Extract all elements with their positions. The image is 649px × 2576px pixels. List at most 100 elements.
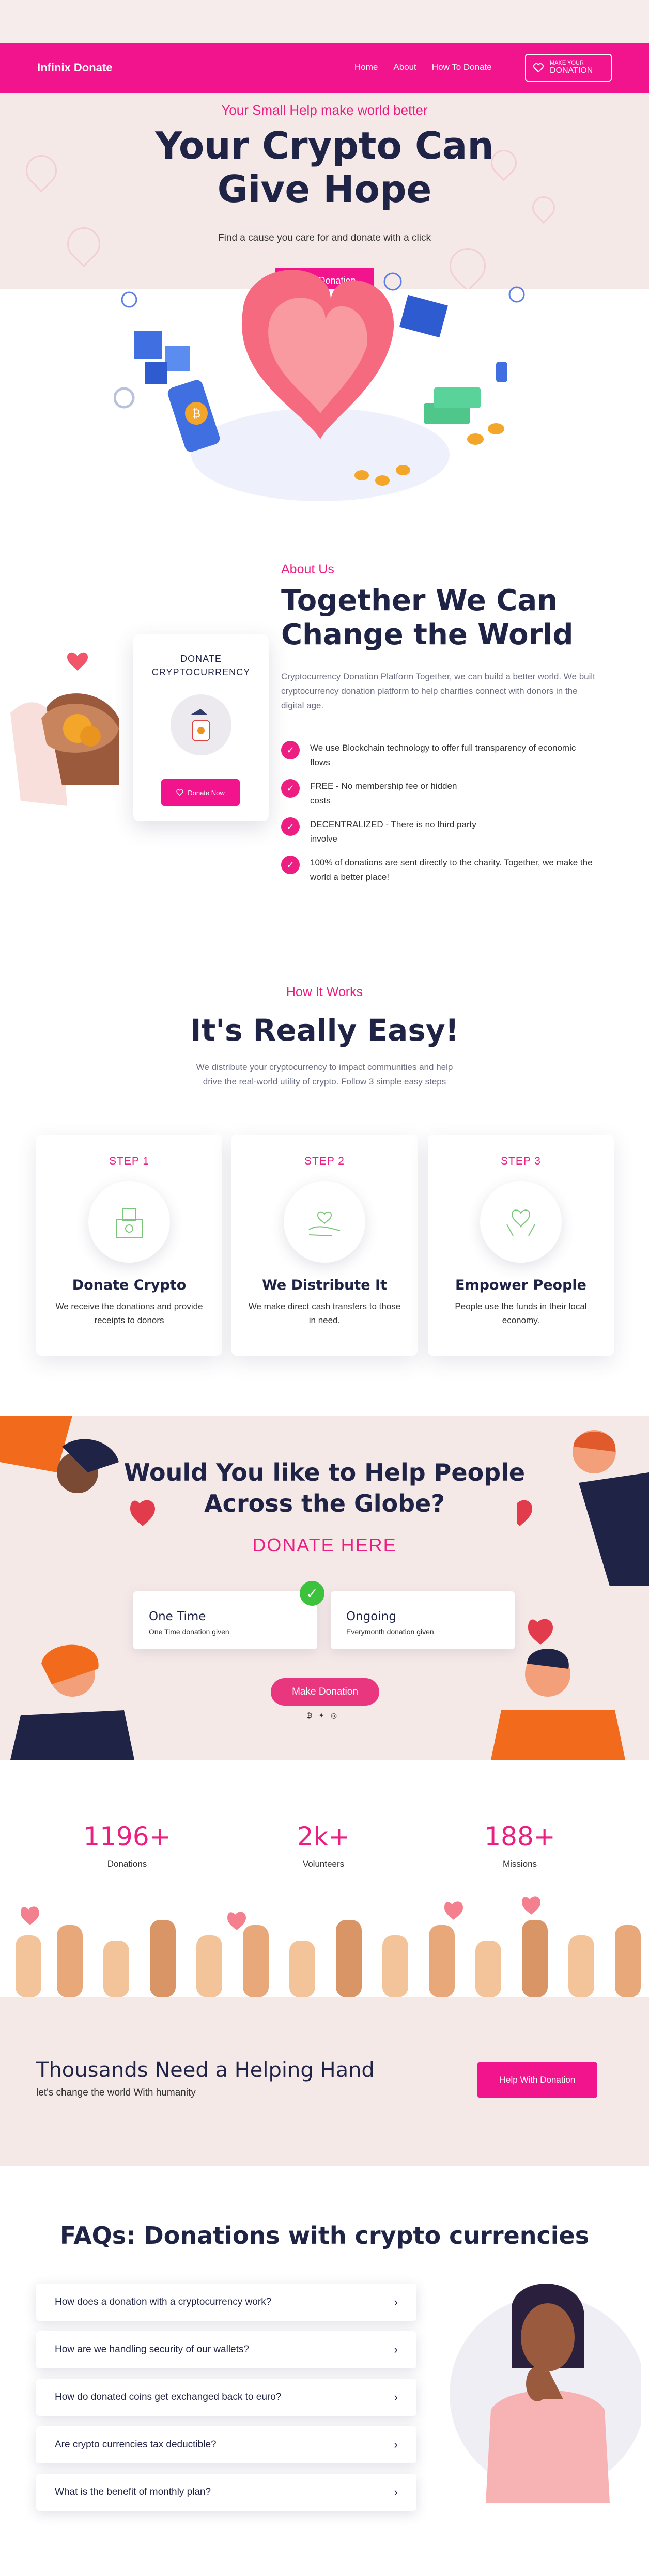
step-card-2: STEP 2 We Distribute It We make direct c… [231,1135,418,1356]
nav-link-how-to-donate[interactable]: How To Donate [432,62,492,72]
help-with-donation-button[interactable]: Help With Donation [477,2062,597,2098]
make-donation-nav-button[interactable]: MAKE YOUR DONATION [525,54,612,82]
option-title: Ongoing [346,1610,396,1623]
faq-question: How are we handling security of our wall… [55,2344,249,2355]
how-paragraph: We distribute your cryptocurrency to imp… [196,1062,453,1087]
chevron-right-icon: › [394,2295,398,2308]
about-paragraph: Cryptocurrency Donation Platform Togethe… [281,672,595,710]
thinking-woman-illustration [450,2284,641,2503]
stats-section: 1196+ Donations 2k+ Volunteers 188+ Mission… [0,1760,649,1997]
hero-tagline: Your Small Help make world better [221,102,428,118]
donate-crypto-card: DONATE CRYPTOCURRENCY Donate Now [133,634,269,821]
card-title-line1: DONATE [180,654,222,664]
nav-button-small-label: MAKE YOUR [550,60,584,66]
help-people-section: Would You like to Help People Across the … [0,1416,649,1760]
donate-here-heading: DONATE HERE [252,1534,397,1556]
heart-icon [176,789,183,796]
feature-text: 100% of donations are sent directly to t… [310,858,593,882]
step-label: STEP 2 [304,1155,345,1167]
giving-hands-illustration [10,652,119,806]
donation-box-icon [88,1181,170,1263]
chevron-right-icon: › [394,2438,398,2451]
step-title: Empower People [455,1277,586,1293]
step-desc: We receive the donations and provide rec… [55,1301,203,1325]
banner-title: Thousands Need a Helping Hand [36,2058,375,2082]
step-title: We Distribute It [262,1277,387,1293]
brand-logo[interactable]: Infinix Donate [37,61,112,74]
svg-text:₿: ₿ [192,408,200,421]
banner-subtitle: let's change the world With humanity [36,2087,196,2098]
hand-heart-icon [284,1181,365,1263]
step-card-1: STEP 1 Donate Crypto We receive the dona… [36,1135,222,1356]
check-icon: ✓ [281,779,300,798]
one-time-option[interactable]: One Time One Time donation given [133,1591,317,1649]
check-icon: ✓ [281,817,300,836]
faq-title: FAQs: Donations with crypto currencies [59,2222,590,2249]
stat-volunteers: 2k+ Volunteers [272,1822,375,1869]
crypto-donation-illustration: ₿ [114,270,525,501]
hero-title: Your Crypto Can Give Hope [0,124,649,211]
feature-item: ✓ DECENTRALIZED - There is no third party… [281,817,612,846]
feature-text: FREE - No membership fee or hidden costs [310,781,457,805]
about-title-line2: Change the World [281,618,574,651]
payment-icons: ₿ ✦ ◎ [307,1711,339,1719]
decor-heart [60,220,107,268]
about-title: Together We Can Change the World [281,584,612,652]
make-donation-button[interactable]: Make Donation [271,1678,379,1706]
check-icon: ✓ [281,856,300,874]
about-title-line1: Together We Can [281,584,558,617]
nav-link-about[interactable]: About [393,62,416,72]
donation-jar-avatar [171,694,231,755]
help-title-line1: Would You like to Help People [123,1458,526,1486]
about-label: About Us [281,562,334,577]
faq-item[interactable]: How do donated coins get exchanged back … [36,2379,416,2416]
step-title: Donate Crypto [72,1277,187,1293]
ongoing-option[interactable]: Ongoing Everymonth donation given [331,1591,515,1649]
how-label: How It Works [286,985,363,999]
feature-text: We use Blockchain technology to offer fu… [310,743,576,767]
nav-button-label: DONATION [550,66,593,75]
faq-item[interactable]: How are we handling security of our wall… [36,2331,416,2368]
card-title-line2: CRYPTOCURRENCY [151,667,251,677]
faq-question: Are crypto currencies tax deductible? [55,2439,217,2450]
main-navbar: Infinix Donate Home About How To Donate … [0,43,649,93]
check-icon: ✓ [281,741,300,759]
nav-link-home[interactable]: Home [354,62,378,72]
step-card-3: STEP 3 Empower People People use the fun… [428,1135,614,1356]
faq-item[interactable]: Are crypto currencies tax deductible? › [36,2426,416,2463]
donate-now-button[interactable]: Donate Now [161,779,240,806]
stat-label: Volunteers [302,1859,345,1869]
step-desc: We make direct cash transfers to those i… [248,1301,401,1325]
nav-links: Home About How To Donate [354,62,492,72]
step-label: STEP 3 [501,1155,541,1167]
option-subtitle: One Time donation given [149,1627,229,1636]
feature-item: ✓ 100% of donations are sent directly to … [281,856,612,884]
donate-now-label: Donate Now [188,788,225,797]
how-title: It's Really Easy! [190,1013,459,1048]
step-label: STEP 1 [109,1155,149,1167]
step-desc: People use the funds in their local econ… [455,1301,587,1325]
stat-label: Missions [502,1859,537,1869]
feature-item: ✓ FREE - No membership fee or hidden cost… [281,779,612,808]
helping-hand-banner: Thousands Need a Helping Hand let's chan… [0,1997,649,2166]
hero-title-line2: Give Hope [217,167,432,211]
stat-number: 188+ [484,1822,555,1852]
stat-number: 2k+ [297,1822,350,1852]
help-title: Would You like to Help People Across the … [0,1457,649,1519]
hero-subtitle: Find a cause you care for and donate wit… [218,232,431,243]
stat-donations: 1196+ Donations [75,1822,179,1869]
help-title-line2: Across the Globe? [204,1489,445,1517]
faq-item[interactable]: What is the benefit of monthly plan? › [36,2474,416,2511]
faq-question: How does a donation with a cryptocurrenc… [55,2296,272,2307]
heart-icon [533,63,544,72]
chevron-right-icon: › [394,2486,398,2499]
top-strip [0,0,649,43]
faq-question: How do donated coins get exchanged back … [55,2392,282,2402]
person-illustration-bottom-left [10,1644,134,1760]
option-title: One Time [149,1610,206,1623]
faq-item[interactable]: How does a donation with a cryptocurrenc… [36,2284,416,2321]
option-subtitle: Everymonth donation given [346,1627,434,1636]
hero-title-line1: Your Crypto Can [155,124,494,167]
chevron-right-icon: › [394,2391,398,2403]
feature-text: DECENTRALIZED - There is no third party … [310,819,476,844]
